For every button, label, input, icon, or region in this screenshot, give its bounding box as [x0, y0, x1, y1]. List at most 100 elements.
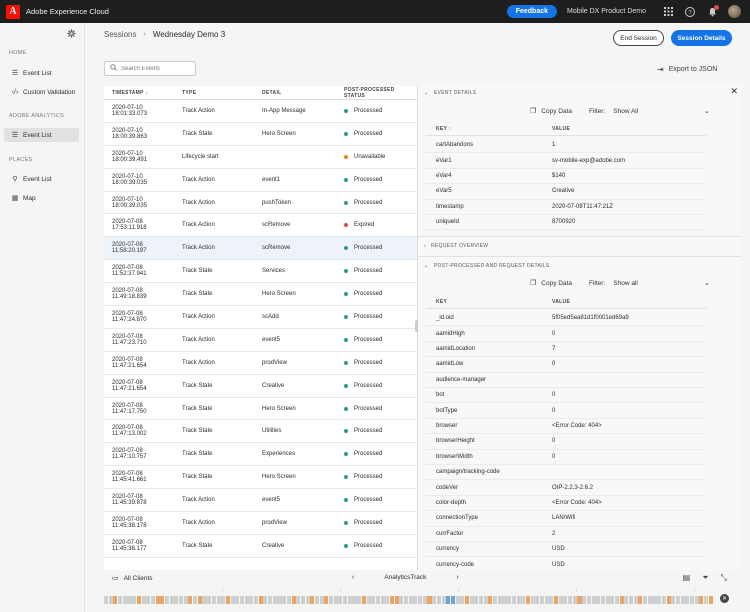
column-header-detail[interactable]: DETAIL — [256, 90, 338, 96]
list-item[interactable]: color-depth <Error Code: 404> — [426, 496, 706, 512]
list-item[interactable]: uniqueId 8700920 — [426, 215, 706, 231]
timeline-segment — [469, 596, 474, 604]
breadcrumb-sessions-link[interactable]: Sessions — [104, 30, 136, 39]
cell-detail: Experiences — [262, 451, 296, 458]
table-row[interactable]: 2020-07-10 18:00:39.491 Lifecycle start Un… — [104, 146, 417, 169]
export-icon: ⇥ — [657, 65, 664, 74]
chevron-down-icon[interactable]: ⌄ — [704, 279, 710, 287]
table-row[interactable]: 2020-07-08 11:47:21.654 Track Action prodV… — [104, 352, 417, 375]
table-row[interactable]: 2020-07-08 11:47:13.002 Track State Utilit… — [104, 420, 417, 444]
adobe-logo-icon[interactable]: A — [6, 4, 20, 19]
table-row[interactable]: 2020-07-08 11:45:41.661 Track State Hero S… — [104, 466, 417, 490]
list-item[interactable]: currency-code USD — [426, 557, 706, 570]
table-row[interactable]: 2020-07-10 18:01:33.073 Track Action In-Ap… — [104, 100, 417, 123]
column-header-type[interactable]: TYPE — [176, 90, 256, 96]
column-header-status[interactable]: POST-PROCESSED STATUS — [338, 87, 417, 99]
cell-timestamp: 2020-07-08 11:47:21.654 — [112, 356, 147, 369]
list-item[interactable]: _id.oid 5f05ed5ea81d1f0001ed69a9 — [426, 311, 706, 327]
timeline-segment — [450, 596, 455, 604]
list-item[interactable]: timestamp 2020-07-08T11:47:21Z — [426, 200, 706, 215]
feedback-button[interactable]: Feedback — [506, 5, 558, 18]
filter-icon[interactable]: ⏷ — [702, 573, 708, 583]
help-icon[interactable]: ? — [682, 4, 698, 20]
list-item[interactable]: eVar1 sv-mobile-exp@adobe.com — [426, 153, 706, 169]
list-item[interactable]: browser <Error Code: 404> — [426, 419, 706, 435]
copy-data-button-2[interactable]: Copy Data — [541, 280, 572, 287]
list-item[interactable]: audience-manager — [426, 373, 706, 388]
table-row[interactable]: 2020-07-08 11:47:23.710 Track Action event… — [104, 329, 417, 352]
timeline-strip[interactable] — [104, 596, 714, 604]
chevron-left-icon[interactable]: ‹ — [352, 574, 354, 581]
post-processed-toggle[interactable]: ⌄ POST-PROCESSED AND REQUEST DETAILS — [424, 263, 550, 269]
copy-data-button[interactable]: Copy Data — [541, 108, 572, 115]
sort-arrow-icon[interactable]: ↑ — [449, 126, 452, 132]
status-dot-icon — [344, 177, 348, 182]
cell-timestamp: 2020-07-08 11:47:10.757 — [112, 448, 147, 461]
end-session-button[interactable]: End Session — [613, 30, 664, 46]
table-row[interactable]: 2020-07-10 18:00:39.863 Track State Hero S… — [104, 123, 417, 146]
timeline-segment — [375, 596, 380, 604]
search-box — [104, 61, 196, 76]
list-icon: ☰ — [11, 132, 19, 139]
list-item[interactable]: connectionType LAN/Wifi — [426, 511, 706, 527]
collapse-icon[interactable]: ⤡ — [721, 573, 727, 583]
nav-item-analytics-event-list[interactable]: ☰ Event List — [4, 128, 79, 142]
table-row[interactable]: 2020-07-10 18:00:39.035 Track Action pushT… — [104, 192, 417, 215]
timeline-segment — [502, 596, 507, 604]
table-row[interactable]: 2020-07-08 11:47:24.870 Track Action scAdd… — [104, 306, 417, 329]
nav-item-places-event-list[interactable]: ⚲ Event List — [4, 172, 79, 186]
close-icon[interactable]: ✕ — [720, 594, 729, 603]
table-row[interactable]: 2020-07-08 17:53:11.918 Track Action scRem… — [104, 214, 417, 238]
table-row[interactable]: 2020-07-08 11:47:10.757 Track State Experi… — [104, 443, 417, 467]
bell-icon[interactable] — [704, 4, 720, 20]
all-clients-selector[interactable]: ▭ All Clients — [112, 574, 153, 583]
list-item[interactable]: bot 0 — [426, 388, 706, 404]
filter-dropdown-2[interactable]: Show all — [613, 280, 638, 287]
list-item[interactable]: campaign/tracking-code — [426, 465, 706, 481]
nav-item-home-event-list[interactable]: ☰ Event List — [4, 66, 79, 80]
table-row[interactable]: 2020-07-08 11:58:20.197 Track Action scRem… — [104, 237, 417, 261]
table-row[interactable]: 2020-07-08 11:49:18.839 Track State Hero S… — [104, 283, 417, 307]
list-item[interactable]: browserWidth 0 — [426, 450, 706, 465]
request-overview-toggle[interactable]: › REQUEST OVERVIEW — [424, 243, 488, 249]
gear-icon[interactable] — [67, 29, 76, 40]
code-icon: ‹/› — [11, 88, 19, 96]
list-item[interactable]: botType 0 — [426, 403, 706, 419]
list-item[interactable]: eVar5 Creative — [426, 184, 706, 200]
table-row[interactable]: 2020-07-08 11:47:21.654 Track State Creati… — [104, 375, 417, 398]
nav-item-custom-validation[interactable]: ‹/› Custom Validation — [4, 85, 79, 99]
cell-detail: Services — [262, 268, 286, 275]
nav-item-map[interactable]: ▦ Map — [4, 191, 79, 205]
list-item[interactable]: aamidLow 0 — [426, 357, 706, 373]
column-header-timestamp[interactable]: TIMESTAMP ↓ — [104, 90, 176, 96]
event-details-toggle[interactable]: ⌄ EVENT DETAILS — [424, 90, 476, 96]
export-to-json-button[interactable]: ⇥ Export to JSON — [657, 65, 717, 74]
kv-value: 0 — [552, 330, 556, 337]
list-item[interactable]: eVar4 $140 — [426, 169, 706, 185]
apps-grid-icon[interactable] — [660, 4, 676, 20]
table-row[interactable]: 2020-07-08 11:52:37.941 Track State Servic… — [104, 260, 417, 284]
search-input[interactable] — [121, 65, 191, 72]
list-item[interactable]: cartAbandons 1 — [426, 138, 706, 154]
list-item[interactable]: browserHeight 0 — [426, 434, 706, 450]
timeline-segment — [633, 596, 638, 604]
chevron-right-icon[interactable]: › — [456, 574, 458, 581]
list-item[interactable]: aamidHigh 0 — [426, 326, 706, 342]
notes-icon[interactable]: ▤ — [683, 573, 691, 583]
close-icon[interactable]: ✕ — [730, 86, 738, 97]
table-row[interactable]: 2020-07-08 11:45:39.878 Track Action event… — [104, 489, 417, 513]
list-item[interactable]: currFactor 2 — [426, 527, 706, 542]
table-row[interactable]: 2020-07-08 11:45:38.178 Track Action prodV… — [104, 512, 417, 535]
table-row[interactable]: 2020-07-10 18:00:39.035 Track Action event… — [104, 169, 417, 192]
chevron-down-icon[interactable]: ⌄ — [704, 107, 710, 115]
status-badge: Processed — [354, 497, 383, 504]
session-details-button[interactable]: Session Details — [671, 30, 732, 46]
table-row[interactable]: 2020-07-08 11:47:17.750 Track State Hero S… — [104, 398, 417, 421]
avatar[interactable] — [728, 5, 741, 18]
list-item[interactable]: aamidLocation 7 — [426, 342, 706, 358]
table-row[interactable]: 2020-07-08 11:45:38.177 Track State Creati… — [104, 535, 417, 558]
list-item[interactable]: codeVer OIP-2.2.3-2.6.2 — [426, 480, 706, 496]
org-switcher[interactable]: Mobile DX Product Demo — [567, 8, 646, 15]
filter-dropdown[interactable]: Show All — [613, 108, 638, 115]
list-item[interactable]: currency USD — [426, 542, 706, 558]
